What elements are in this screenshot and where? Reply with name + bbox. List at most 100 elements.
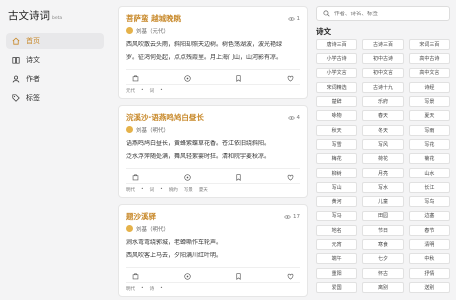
tag[interactable]: 夏天 <box>199 187 208 193</box>
heart-icon[interactable] <box>287 273 294 280</box>
category-chip[interactable]: 春节 <box>408 224 450 236</box>
tag[interactable]: 写景 <box>184 187 193 193</box>
copy-icon[interactable] <box>132 75 139 82</box>
category-chip[interactable]: 中秋 <box>408 253 450 265</box>
category-chip[interactable]: 高中文言 <box>408 67 450 79</box>
category-chip[interactable]: 长江 <box>408 181 450 193</box>
category-chip[interactable]: 端午 <box>316 253 358 265</box>
category-chip[interactable]: 山水 <box>408 167 450 179</box>
category-chip[interactable]: 送别 <box>408 282 450 293</box>
poem-title[interactable]: 题沙溪驿 <box>126 211 156 222</box>
category-chip[interactable]: 宋词三百 <box>408 39 450 50</box>
category-chip[interactable]: 秋天 <box>316 124 358 136</box>
poem-title[interactable]: 菩萨蛮 越城晚眺 <box>126 13 181 24</box>
category-chip[interactable]: 七夕 <box>362 253 404 265</box>
category-chip[interactable]: 儿童 <box>362 196 404 208</box>
search-box[interactable] <box>316 6 450 21</box>
copy-icon[interactable] <box>132 174 139 181</box>
tag[interactable]: 明代 <box>126 286 135 292</box>
tag[interactable]: 元代 <box>126 88 135 94</box>
tag-separator: • <box>141 187 144 192</box>
category-chip[interactable]: 咏物 <box>316 110 358 122</box>
poem-line: 罗。征鸿何处起，点点残霞里。月上海门山，山河影有凉。 <box>126 54 283 61</box>
category-chip[interactable]: 离别 <box>362 282 404 293</box>
category-chip[interactable]: 黄河 <box>316 196 358 208</box>
category-chip[interactable]: 冬天 <box>362 124 404 136</box>
search-input[interactable] <box>334 10 434 17</box>
category-chip[interactable]: 怀古 <box>362 267 404 279</box>
category-chip[interactable]: 高中古诗 <box>408 53 450 65</box>
category-chip[interactable]: 写山 <box>316 181 358 193</box>
category-chip[interactable]: 乐府 <box>362 96 404 107</box>
category-chip[interactable]: 写风 <box>362 139 404 150</box>
poem-author[interactable]: 刘基（元代） <box>126 25 300 36</box>
brand[interactable]: 古文诗词 beta <box>8 8 104 23</box>
nav-item-tags[interactable]: 标签 <box>6 90 104 106</box>
bookmark-icon[interactable] <box>235 273 242 280</box>
category-chip[interactable]: 写水 <box>362 181 404 193</box>
category-chip[interactable]: 抒情 <box>408 267 450 279</box>
category-chip[interactable]: 菊花 <box>408 153 450 165</box>
category-chip[interactable]: 写雨 <box>408 124 450 136</box>
card-actions <box>126 267 300 281</box>
category-panel: 诗文 唐诗三百古诗三百宋词三百小学古诗初中古诗高中古诗小学文言初中文言高中文言宋… <box>316 6 450 300</box>
category-chip[interactable]: 写景 <box>408 96 450 107</box>
poem-author[interactable]: 刘基（明代） <box>126 124 300 135</box>
category-chip[interactable]: 元宵 <box>316 239 358 250</box>
category-chip[interactable]: 寒食 <box>362 239 404 250</box>
nav-label: 作者 <box>26 75 40 83</box>
category-chip[interactable]: 宋词精选 <box>316 81 358 93</box>
category-chip[interactable]: 节日 <box>362 224 404 236</box>
copy-icon[interactable] <box>132 273 139 280</box>
nav-item-poems[interactable]: 诗文 <box>6 52 104 68</box>
category-chip[interactable]: 月亮 <box>362 167 404 179</box>
tag[interactable]: 诗 <box>150 286 155 292</box>
category-chip[interactable]: 唐诗三百 <box>316 39 358 50</box>
category-chip[interactable]: 边塞 <box>408 210 450 222</box>
beta-badge: beta <box>52 16 63 21</box>
category-chip[interactable]: 小学古诗 <box>316 53 358 65</box>
poem-author[interactable]: 刘基（明代） <box>126 223 300 234</box>
category-chip[interactable]: 楚辞 <box>316 96 358 107</box>
user-icon <box>12 75 20 83</box>
category-chip[interactable]: 古诗三百 <box>362 39 404 50</box>
category-chip[interactable]: 清明 <box>408 239 450 250</box>
category-chip[interactable]: 梅花 <box>316 153 358 165</box>
category-chip[interactable]: 诗经 <box>408 81 450 93</box>
tag[interactable]: 词 <box>150 187 155 193</box>
audio-icon[interactable] <box>184 273 191 280</box>
bookmark-icon[interactable] <box>235 75 242 82</box>
heart-icon[interactable] <box>287 174 294 181</box>
category-chip[interactable]: 地名 <box>316 224 358 236</box>
audio-icon[interactable] <box>184 75 191 82</box>
tag-icon <box>12 94 20 102</box>
heart-icon[interactable] <box>287 75 294 82</box>
nav-item-home[interactable]: 首页 <box>6 33 104 49</box>
tag[interactable]: 词 <box>150 88 155 94</box>
category-chip[interactable]: 小学文言 <box>316 67 358 79</box>
category-chip[interactable]: 初中文言 <box>362 67 404 79</box>
audio-icon[interactable] <box>184 174 191 181</box>
card-actions <box>126 69 300 83</box>
bookmark-icon[interactable] <box>235 174 242 181</box>
category-chip[interactable]: 写马 <box>316 210 358 222</box>
tag[interactable]: 婉约 <box>169 187 178 193</box>
category-chip[interactable]: 写花 <box>408 139 450 150</box>
nav-item-authors[interactable]: 作者 <box>6 71 104 87</box>
poem-feed: 菩萨蛮 越城晚眺 1 刘基（元代） 西风吹散云头雨，斜阳却照天边树。树色荡湖波，… <box>118 6 308 300</box>
category-chip[interactable]: 田园 <box>362 210 404 222</box>
category-chip[interactable]: 古诗十九 <box>362 81 404 93</box>
poem-title[interactable]: 浣溪沙·语燕鸣鸠白昼长 <box>126 112 204 123</box>
tag[interactable]: 明代 <box>126 187 135 193</box>
category-chip[interactable]: 爱国 <box>316 282 358 293</box>
category-chip[interactable]: 柳树 <box>316 167 358 179</box>
category-chip[interactable]: 荷花 <box>362 153 404 165</box>
category-chip[interactable]: 夏天 <box>408 110 450 122</box>
category-chip[interactable]: 初中古诗 <box>362 53 404 65</box>
category-chip[interactable]: 写雪 <box>316 139 358 150</box>
tag-list: 明代 • 诗 • <box>126 282 300 292</box>
category-chip[interactable]: 写鸟 <box>408 196 450 208</box>
poem-line: 涧水弯弯绕郭城，老蝉嘶作车轮声。 <box>126 239 223 246</box>
category-chip[interactable]: 春天 <box>362 110 404 122</box>
category-chip[interactable]: 重阳 <box>316 267 358 279</box>
